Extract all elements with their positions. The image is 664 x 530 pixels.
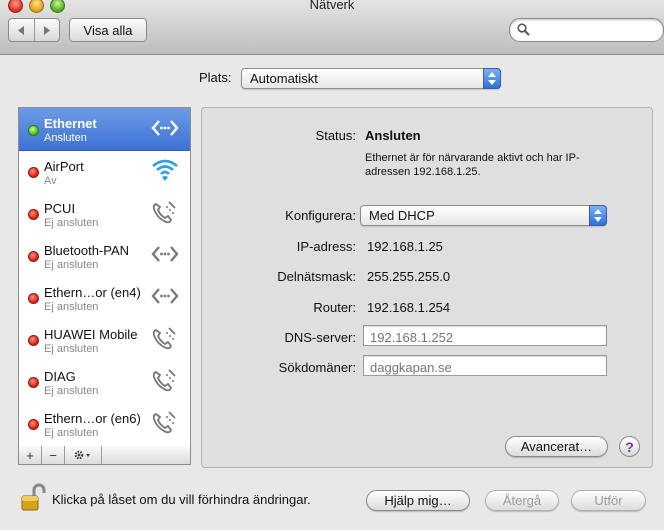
- service-name: DIAG: [44, 369, 76, 384]
- status-description-line-2: adressen 192.168.1.25.: [365, 166, 481, 178]
- detail-panel: Status: Ansluten Ethernet är för närvara…: [201, 107, 653, 468]
- search-input[interactable]: [534, 21, 658, 39]
- help-question-icon[interactable]: ?: [619, 436, 640, 457]
- search-domains-input[interactable]: [368, 358, 602, 376]
- status-indicator-icon: [28, 293, 39, 304]
- padlock-icon[interactable]: [20, 482, 46, 514]
- back-button[interactable]: [9, 19, 34, 41]
- dns-server-input[interactable]: [368, 328, 602, 346]
- service-item[interactable]: Ethern…or (en6) Ej ansluten: [19, 402, 190, 444]
- service-status: Ej ansluten: [44, 385, 99, 397]
- configure-popup[interactable]: Med DHCP: [360, 205, 607, 226]
- phone-icon: [150, 325, 180, 354]
- status-indicator-icon: [28, 335, 39, 346]
- configure-label: Konfigurera:: [285, 208, 356, 223]
- service-status: Av: [44, 175, 57, 187]
- subnet-mask-label: Delnätsmask:: [277, 269, 356, 284]
- service-name: Bluetooth-PAN: [44, 243, 130, 258]
- popup-arrows-icon: [589, 205, 607, 226]
- status-indicator-icon: [28, 167, 39, 178]
- service-item[interactable]: AirPort Av: [19, 150, 190, 192]
- search-domains-field[interactable]: [363, 355, 607, 376]
- search-field[interactable]: [509, 18, 664, 42]
- service-name: AirPort: [44, 159, 84, 174]
- window-toolbar: Nätverk Visa alla: [0, 0, 664, 55]
- show-all-button[interactable]: Visa alla: [69, 18, 147, 42]
- status-label: Status:: [315, 128, 356, 143]
- service-status: Ansluten: [44, 132, 87, 144]
- status-indicator-icon: [28, 377, 39, 388]
- service-list: Ethernet Ansluten AirPort Av PCUI Ej ansluten…: [18, 107, 191, 448]
- router-label: Router:: [313, 300, 356, 315]
- location-label: Plats:: [199, 70, 232, 85]
- service-item[interactable]: DIAG Ej ansluten: [19, 360, 190, 402]
- subnet-mask-value: 255.255.255.0: [367, 269, 451, 284]
- wifi-icon: [150, 157, 180, 186]
- ip-address-value: 192.168.1.25: [367, 239, 443, 254]
- dns-server-label: DNS-server:: [284, 330, 356, 345]
- location-popup[interactable]: Automatiskt: [241, 68, 501, 89]
- gear-icon: [74, 450, 90, 460]
- ethernet-arrows-icon: [150, 241, 180, 270]
- status-indicator-icon: [28, 419, 39, 430]
- back-forward-control: [8, 18, 60, 42]
- window-title: Nätverk: [309, 0, 355, 12]
- add-service-button[interactable]: +: [19, 446, 42, 464]
- status-indicator-icon: [28, 125, 39, 136]
- service-item[interactable]: Ethernet Ansluten: [19, 108, 190, 151]
- configure-value: Med DHCP: [369, 208, 435, 223]
- service-name: PCUI: [44, 201, 76, 216]
- status-indicator-icon: [28, 209, 39, 220]
- service-item[interactable]: PCUI Ej ansluten: [19, 192, 190, 234]
- status-description-line-1: Ethernet är för närvarande aktivt och ha…: [365, 152, 580, 164]
- service-name: HUAWEI Mobile: [44, 327, 138, 342]
- forward-button[interactable]: [33, 19, 60, 41]
- service-item[interactable]: Bluetooth-PAN Ej ansluten: [19, 234, 190, 276]
- search-icon: [517, 23, 530, 36]
- service-status: Ej ansluten: [44, 259, 99, 271]
- phone-icon: [150, 367, 180, 396]
- status-indicator-icon: [28, 251, 39, 262]
- ethernet-arrows-icon: [150, 115, 180, 144]
- action-menu-button[interactable]: [65, 446, 102, 464]
- service-status: Ej ansluten: [44, 343, 99, 355]
- chevron-left-icon: [18, 25, 25, 35]
- phone-icon: [150, 199, 180, 228]
- service-item[interactable]: HUAWEI Mobile Ej ansluten: [19, 318, 190, 360]
- advanced-button[interactable]: Avancerat…: [505, 436, 608, 457]
- dns-server-field[interactable]: [363, 325, 607, 346]
- status-value: Ansluten: [365, 128, 421, 143]
- service-status: Ej ansluten: [44, 301, 99, 313]
- service-status: Ej ansluten: [44, 217, 99, 229]
- remove-service-button[interactable]: −: [42, 446, 65, 464]
- assist-me-button[interactable]: Hjälp mig…: [366, 490, 470, 511]
- service-name: Ethernet: [44, 116, 97, 131]
- router-value: 192.168.1.254: [367, 300, 451, 315]
- apply-button[interactable]: Utför: [571, 490, 646, 511]
- service-name: Ethern…or (en6): [44, 411, 141, 426]
- location-value: Automatiskt: [250, 71, 318, 86]
- service-list-buttons: + −: [18, 446, 191, 465]
- service-name: Ethern…or (en4): [44, 285, 141, 300]
- ethernet-arrows-icon: [150, 283, 180, 312]
- popup-arrows-icon: [483, 68, 501, 89]
- ip-address-label: IP-adress:: [296, 239, 356, 254]
- service-item[interactable]: Ethern…or (en4) Ej ansluten: [19, 276, 190, 318]
- chevron-right-icon: [43, 25, 50, 35]
- lock-message: Klicka på låset om du vill förhindra änd…: [52, 492, 311, 507]
- revert-button[interactable]: Återgå: [485, 490, 559, 511]
- search-domains-label: Sökdomäner:: [278, 360, 356, 375]
- service-status: Ej ansluten: [44, 427, 99, 439]
- phone-icon: [150, 409, 180, 438]
